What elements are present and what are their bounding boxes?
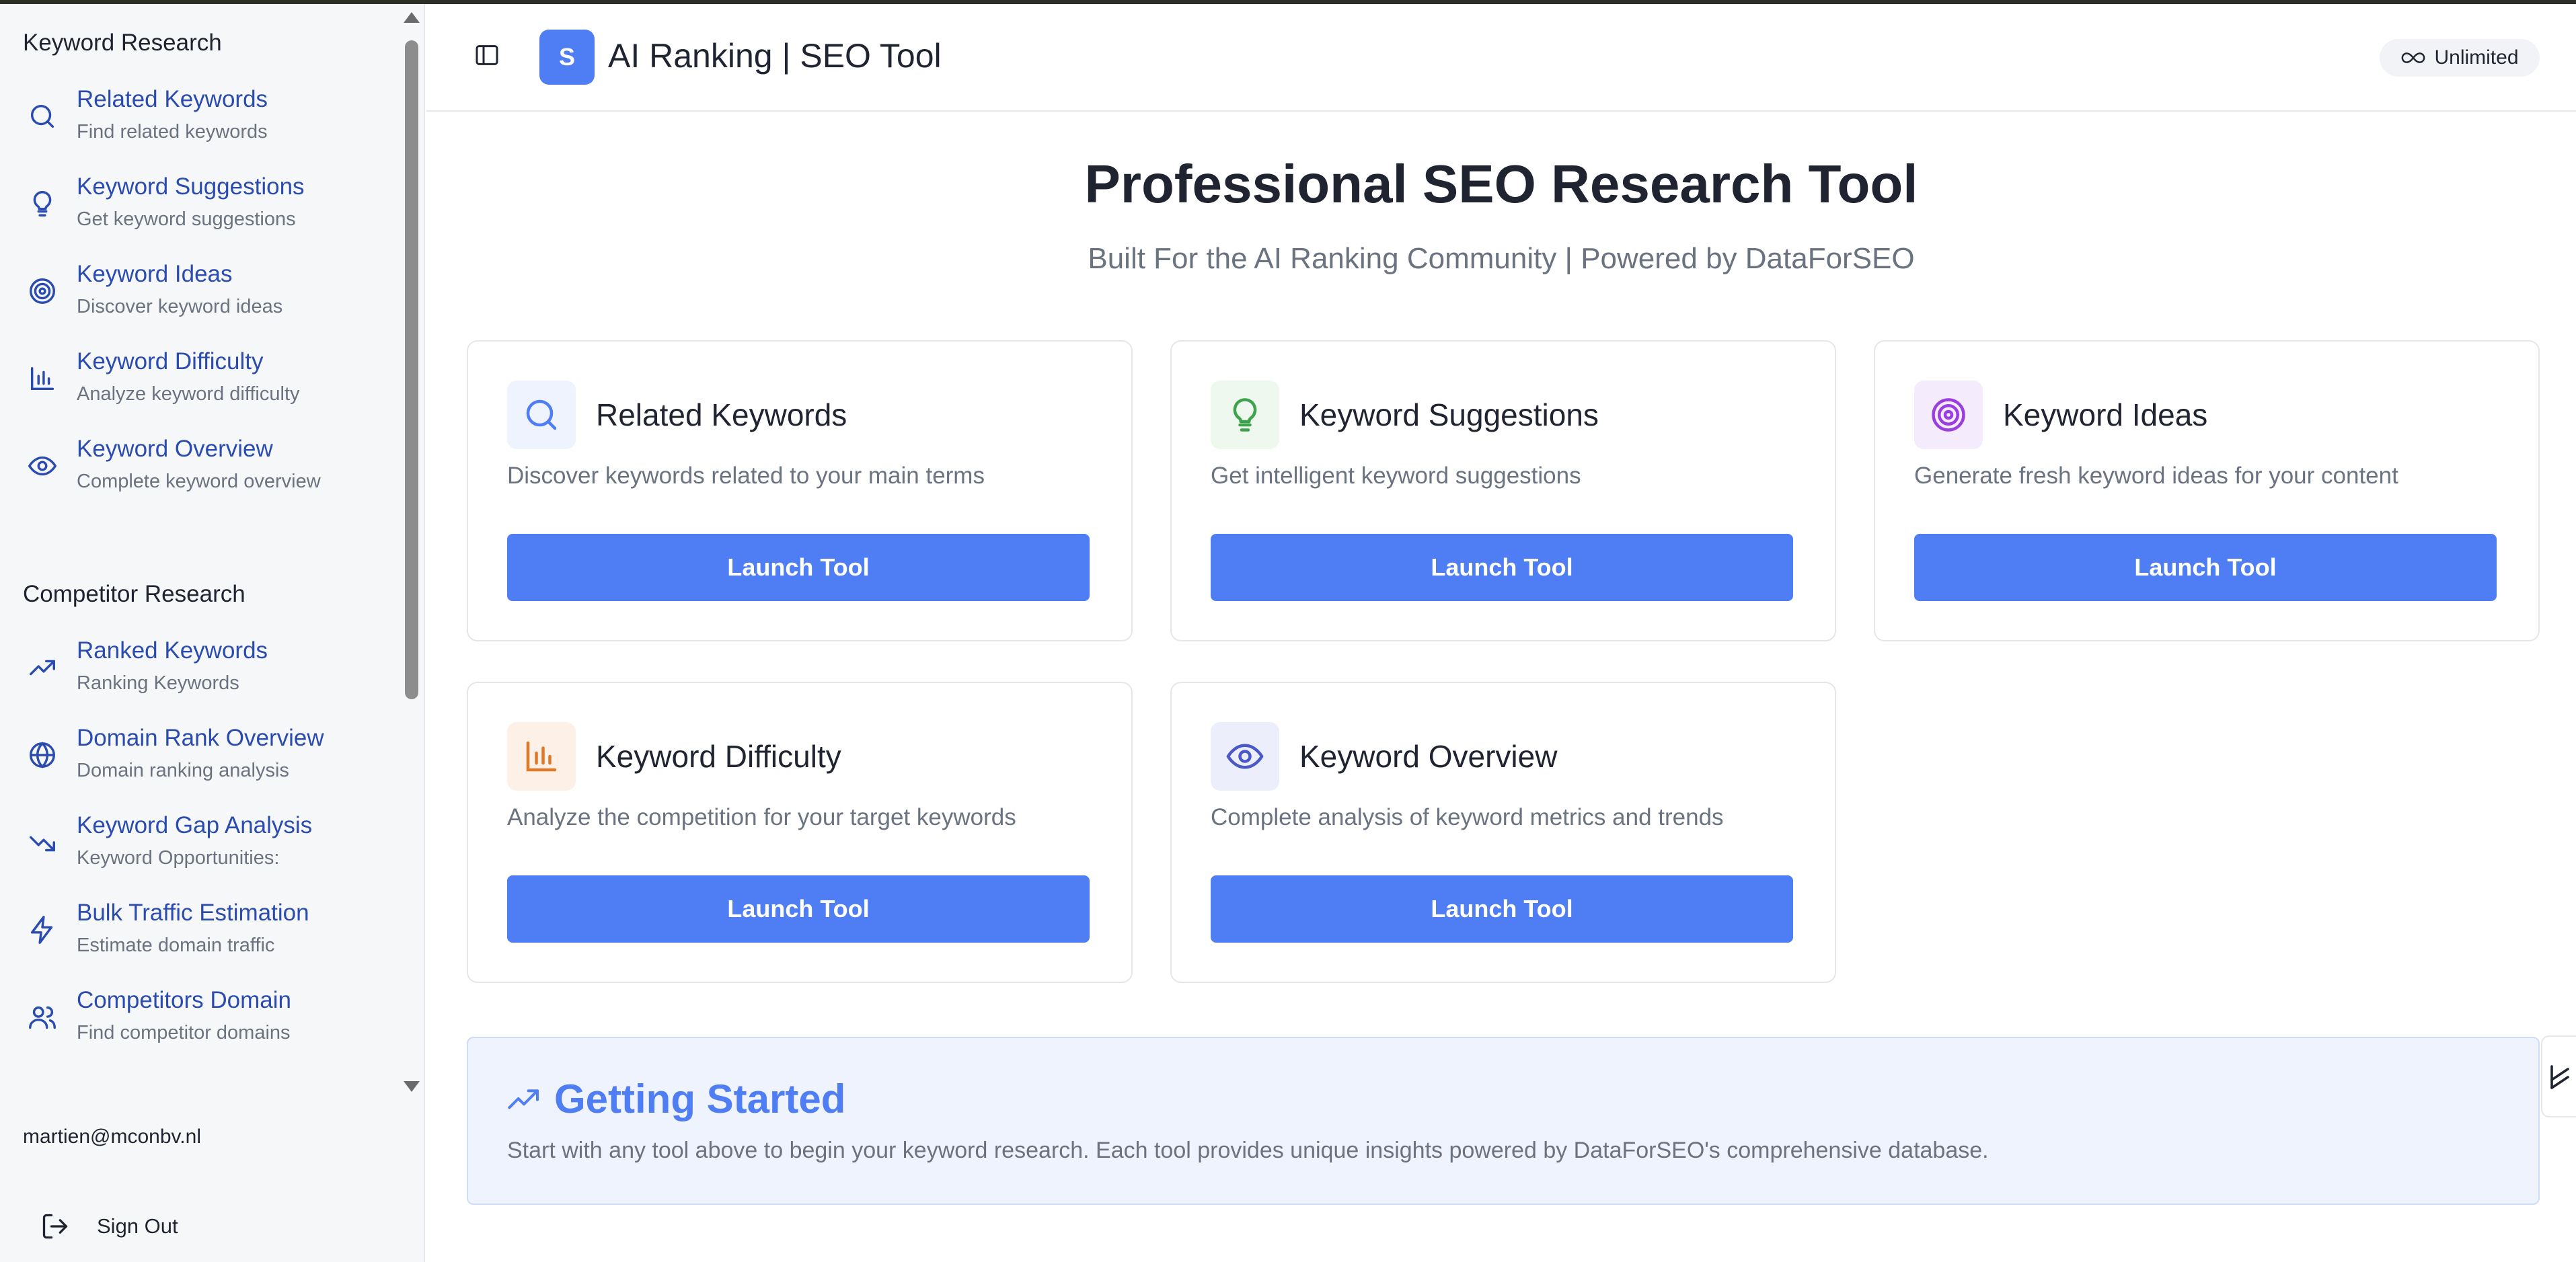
bar-chart-icon: [507, 722, 576, 791]
log-out-icon: [42, 1214, 68, 1239]
eye-icon: [27, 450, 58, 481]
sidebar-item-related-keywords[interactable]: Related Keywords Find related keywords: [0, 86, 404, 160]
plan-badge: Unlimited: [2380, 39, 2540, 77]
card-title: Keyword Overview: [1299, 739, 1558, 774]
users-icon: [27, 1002, 58, 1033]
launch-tool-button[interactable]: Launch Tool: [1211, 875, 1793, 943]
sidebar-item-keyword-overview[interactable]: Keyword Overview Complete keyword overvi…: [0, 436, 404, 510]
sidebar-item-description: Ranking Keywords: [77, 672, 239, 694]
card-description: Complete analysis of keyword metrics and…: [1211, 804, 1724, 830]
search-icon: [507, 381, 576, 449]
sidebar-item-label: Bulk Traffic Estimation: [77, 900, 309, 926]
sidebar-item-competitors-domain[interactable]: Competitors Domain Find competitor domai…: [0, 987, 404, 1061]
globe-icon: [27, 740, 58, 771]
sidebar-toggle-button[interactable]: [473, 42, 500, 69]
page-title: Professional SEO Research Tool: [1084, 154, 1918, 214]
main-content: Professional SEO Research Tool Built For…: [426, 113, 2576, 1262]
sidebar-scroll-area[interactable]: Keyword Research Related Keywords Find r…: [0, 4, 404, 1093]
sidebar-item-description: Find related keywords: [77, 121, 268, 143]
sidebar-item-label: Keyword Difficulty: [77, 348, 264, 374]
trending-up-icon: [27, 652, 58, 683]
sidebar-scrollbar[interactable]: [401, 9, 422, 1099]
card-title: Keyword Difficulty: [596, 739, 841, 774]
plan-badge-label: Unlimited: [2434, 46, 2519, 69]
sidebar-item-label: Keyword Overview: [77, 436, 273, 462]
sidebar-item-label: Keyword Gap Analysis: [77, 812, 313, 838]
sidebar-item-description: Domain ranking analysis: [77, 760, 289, 781]
sidebar-item-label: Ranked Keywords: [77, 637, 268, 664]
sidebar-item-label: Keyword Ideas: [77, 261, 233, 287]
getting-started-text: Start with any tool above to begin your …: [507, 1138, 1989, 1163]
sidebar-item-description: Estimate domain traffic: [77, 935, 275, 956]
tool-card-keyword-suggestions: Keyword Suggestions Get intelligent keyw…: [1170, 340, 1836, 641]
card-title: Keyword Suggestions: [1299, 397, 1599, 432]
page-subtitle: Built For the AI Ranking Community | Pow…: [1088, 242, 1915, 275]
sidebar-item-domain-rank-overview[interactable]: Domain Rank Overview Domain ranking anal…: [0, 725, 404, 799]
split-arrows-icon: [2550, 1065, 2569, 1089]
tool-card-related-keywords: Related Keywords Discover keywords relat…: [467, 340, 1133, 641]
sidebar-item-label: Keyword Suggestions: [77, 173, 305, 200]
app-logo: S: [539, 30, 595, 85]
bar-chart-icon: [27, 363, 58, 394]
sidebar-item-description: Complete keyword overview: [77, 471, 321, 492]
sign-out-label: Sign Out: [97, 1214, 178, 1238]
sign-out-button[interactable]: Sign Out: [35, 1208, 237, 1248]
sidebar-item-keyword-difficulty[interactable]: Keyword Difficulty Analyze keyword diffi…: [0, 348, 404, 422]
group-title-competitor-research: Competitor Research: [23, 581, 245, 607]
tool-card-keyword-difficulty: Keyword Difficulty Analyze the competiti…: [467, 682, 1133, 983]
card-description: Discover keywords related to your main t…: [507, 463, 985, 489]
sidebar-item-keyword-gap-analysis[interactable]: Keyword Gap Analysis Keyword Opportuniti…: [0, 812, 404, 886]
getting-started-panel: Getting Started Start with any tool abov…: [467, 1037, 2540, 1205]
sidebar: Keyword Research Related Keywords Find r…: [0, 4, 425, 1262]
sidebar-item-label: Related Keywords: [77, 86, 268, 112]
card-title: Keyword Ideas: [2003, 397, 2208, 432]
sidebar-item-label: Domain Rank Overview: [77, 725, 324, 751]
card-title: Related Keywords: [596, 397, 847, 432]
zap-icon: [27, 914, 58, 945]
user-email: martien@mconbv.nl: [23, 1126, 201, 1148]
panel-left-icon: [476, 45, 498, 65]
sidebar-item-description: Keyword Opportunities:: [77, 847, 280, 869]
launch-tool-button[interactable]: Launch Tool: [1211, 534, 1793, 601]
sidebar-item-label: Competitors Domain: [77, 987, 291, 1013]
sidebar-item-ranked-keywords[interactable]: Ranked Keywords Ranking Keywords: [0, 637, 404, 711]
launch-tool-button[interactable]: Launch Tool: [507, 875, 1090, 943]
trending-down-icon: [27, 827, 58, 858]
sidebar-item-description: Find competitor domains: [77, 1022, 291, 1043]
sidebar-item-keyword-suggestions[interactable]: Keyword Suggestions Get keyword suggesti…: [0, 173, 404, 247]
scrollbar-thumb[interactable]: [405, 40, 418, 699]
top-header: S AI Ranking | SEO Tool Unlimited: [426, 4, 2576, 112]
sidebar-item-keyword-ideas[interactable]: Keyword Ideas Discover keyword ideas: [0, 261, 404, 335]
group-title-keyword-research: Keyword Research: [23, 30, 222, 56]
tool-card-keyword-overview: Keyword Overview Complete analysis of ke…: [1170, 682, 1836, 983]
target-icon: [1914, 381, 1983, 449]
search-icon: [27, 101, 58, 132]
card-description: Get intelligent keyword suggestions: [1211, 463, 1581, 489]
sidebar-item-description: Discover keyword ideas: [77, 296, 283, 317]
eye-icon: [1211, 722, 1279, 791]
lightbulb-icon: [1211, 381, 1279, 449]
lightbulb-icon: [27, 188, 58, 219]
launch-tool-button[interactable]: Launch Tool: [507, 534, 1090, 601]
sidebar-item-bulk-traffic-estimation[interactable]: Bulk Traffic Estimation Estimate domain …: [0, 900, 404, 974]
trending-up-icon: [507, 1085, 541, 1112]
target-icon: [27, 276, 58, 307]
scroll-down-arrow-icon[interactable]: [404, 1081, 420, 1092]
infinity-icon: [2402, 52, 2425, 63]
sidebar-item-description: Analyze keyword difficulty: [77, 383, 300, 405]
card-description: Generate fresh keyword ideas for your co…: [1914, 463, 2398, 489]
getting-started-title: Getting Started: [554, 1076, 846, 1121]
card-description: Analyze the competition for your target …: [507, 804, 1016, 830]
tool-card-keyword-ideas: Keyword Ideas Generate fresh keyword ide…: [1874, 340, 2540, 641]
scroll-up-arrow-icon[interactable]: [404, 12, 420, 23]
side-panel-tab[interactable]: [2541, 1035, 2576, 1117]
app-title: AI Ranking | SEO Tool: [608, 37, 942, 75]
launch-tool-button[interactable]: Launch Tool: [1914, 534, 2497, 601]
sidebar-item-description: Get keyword suggestions: [77, 208, 296, 230]
